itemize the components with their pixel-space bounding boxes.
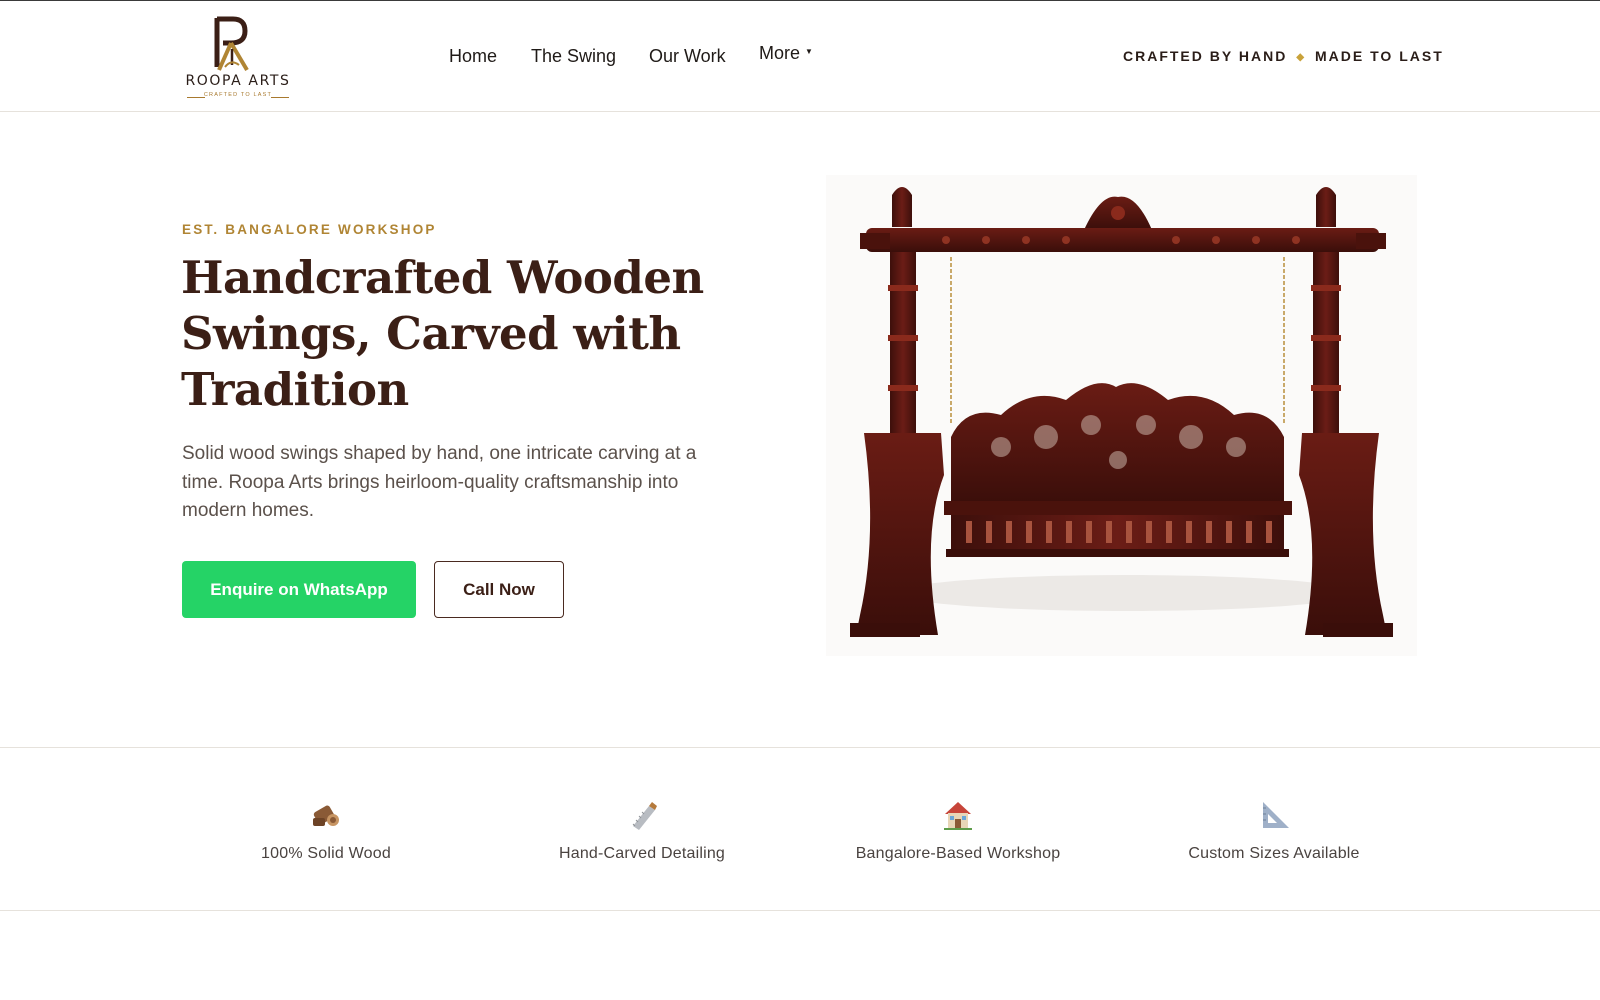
nav-our-work[interactable]: Our Work [649, 41, 726, 71]
feature-workshop: Bangalore-Based Workshop [808, 798, 1108, 863]
feature-label: 100% Solid Wood [261, 845, 391, 862]
brand-name: ROOPA ARTS [185, 73, 291, 89]
site-header: ROOPA ARTS CRAFTED TO LAST Home The Swin… [0, 1, 1600, 112]
feature-label: Bangalore-Based Workshop [855, 845, 1061, 862]
nav-more-label: More [759, 43, 801, 63]
house-icon [944, 802, 972, 830]
header-tagline-left: CRAFTED BY HAND [1123, 48, 1288, 64]
header-tagline: CRAFTED BY HAND ◆ MADE TO LAST [1123, 48, 1444, 64]
feature-label: Custom Sizes Available [1188, 845, 1360, 862]
caret-down-icon: ▼ [805, 47, 813, 57]
feature-custom-sizes: Custom Sizes Available [1124, 798, 1424, 863]
hero-title: Handcrafted Wooden Swings, Carved with T… [181, 251, 704, 416]
set-square-icon [1263, 802, 1289, 828]
hero-eyebrow: EST. BANGALORE WORKSHOP [182, 222, 437, 237]
brand-tagline: CRAFTED TO LAST [203, 92, 273, 98]
saw-icon [632, 802, 657, 830]
header-tagline-right: MADE TO LAST [1315, 48, 1444, 64]
logo-monogram-icon [214, 16, 249, 72]
nav-home[interactable]: Home [449, 41, 497, 71]
diamond-icon: ◆ [1296, 52, 1307, 63]
nav-more-dropdown[interactable]: More ▼ [759, 38, 813, 69]
nav-the-swing[interactable]: The Swing [531, 41, 616, 71]
hero-subtitle: Solid wood swings shaped by hand, one in… [182, 443, 697, 521]
wooden-swing-illustration [850, 187, 1393, 637]
features-strip: 100% Solid Wood Hand-Carved Detailing Ba… [0, 747, 1600, 911]
whatsapp-enquire-button[interactable]: Enquire on WhatsApp [182, 561, 416, 618]
brand-tagline-row: CRAFTED TO LAST [187, 92, 289, 102]
wood-log-icon [313, 805, 339, 826]
feature-hand-carved: Hand-Carved Detailing [492, 798, 792, 863]
brand-logo[interactable]: ROOPA ARTS CRAFTED TO LAST [183, 15, 293, 98]
swing-product-image [826, 175, 1417, 656]
call-now-button[interactable]: Call Now [434, 561, 564, 618]
feature-solid-wood: 100% Solid Wood [176, 798, 476, 863]
feature-label: Hand-Carved Detailing [558, 845, 726, 862]
